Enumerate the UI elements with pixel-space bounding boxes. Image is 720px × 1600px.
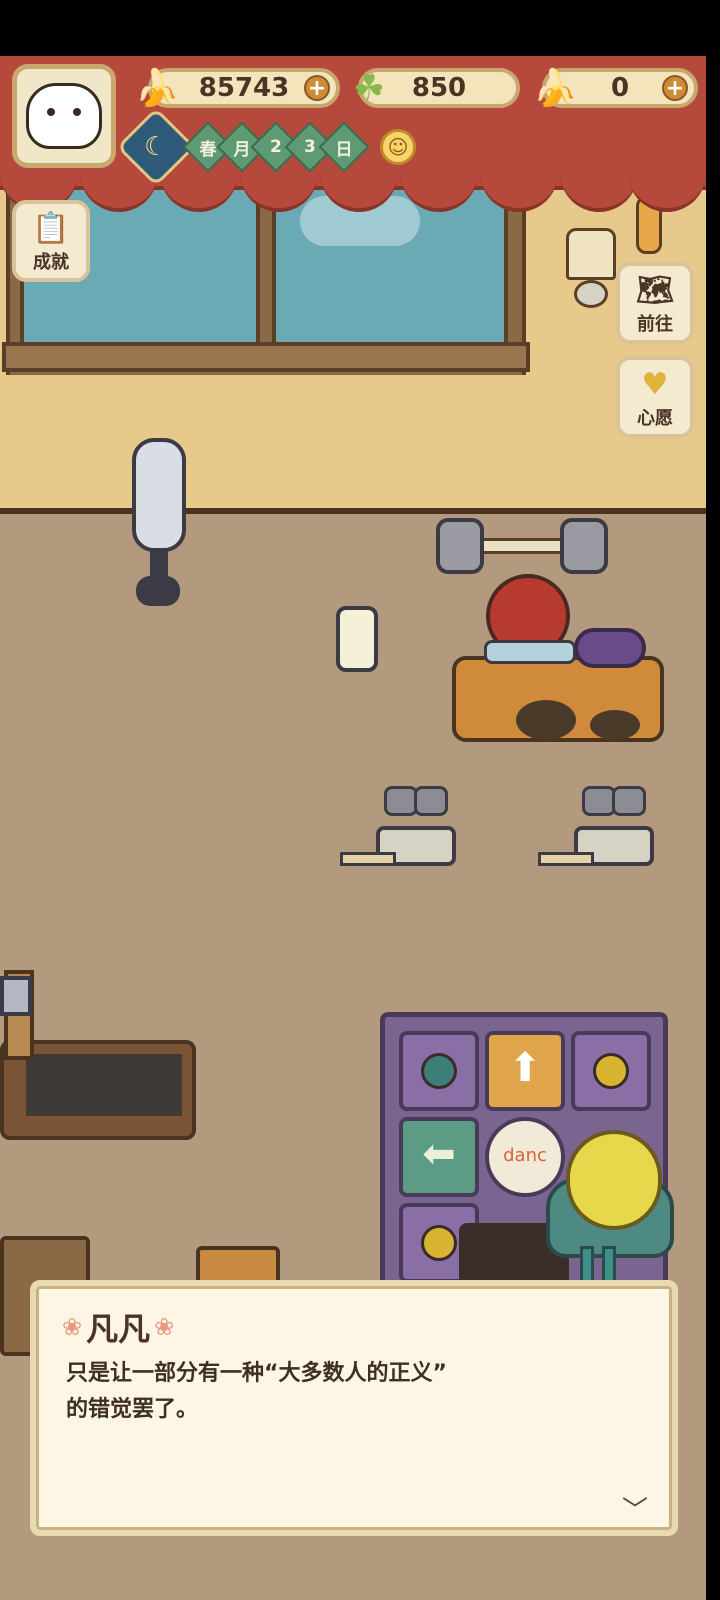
achievement-button[interactable]: 📋 成就 [12,200,90,282]
barbell-plate-left [436,518,484,574]
dumbbell-bar [538,852,594,866]
foam-roller[interactable] [574,628,646,668]
baseboard [0,508,706,514]
goto-button[interactable]: 🗺 前往 [616,262,694,344]
blue-banana-counter[interactable]: 🍌 0 + [533,68,698,109]
dumbbell-bar [340,852,396,866]
pad-logo-text: danc [503,1145,547,1166]
banana-counter[interactable]: 🍌 85743 + [135,68,340,109]
pad-left-arrow: ⬅ [399,1117,479,1197]
treadmill-screen [0,976,32,1016]
treadmill-belt [26,1054,182,1116]
screen-edge [706,56,720,1600]
punching-bag-base [136,576,180,606]
achievement-label: 成就 [33,252,69,273]
speaker-name: 凡凡 [86,1310,151,1348]
paw-icon: ❀ [62,1313,83,1341]
bench-spot [516,700,576,740]
sun-icon[interactable]: ☺ [380,129,416,165]
pad-center-logo: danc [485,1117,565,1197]
barbell-plate-right [560,518,608,574]
blue-banana-count: 0 [610,73,630,103]
goto-label: 前往 [637,314,673,335]
date-chip: 日 [318,121,370,173]
dumbbell [414,786,448,816]
dialog-speaker: ❀ 凡凡 ❀ [58,1306,178,1348]
wall-lamp-base [574,280,608,308]
wish-button[interactable]: ♥ 心愿 [616,356,694,438]
player-avatar[interactable] [12,64,116,168]
paw-icon: ❀ [154,1313,175,1341]
punching-bag[interactable] [132,438,186,552]
chevron-down-icon[interactable]: ﹀ [620,1498,650,1524]
water-cup[interactable] [336,606,378,672]
deer-scarf [484,640,576,664]
workout-bench[interactable] [452,656,664,742]
banana-icon: 🍌 [134,68,180,109]
clipboard-check-icon: 📋 [32,211,70,246]
avatar-cat-face [26,83,102,149]
bench-spot [590,710,640,740]
dialog-text: 只是让一部分有一种“大多数人的正义” 的错觉罢了。 [66,1361,447,1422]
plus-icon[interactable]: + [304,75,330,101]
dumbbell [384,786,418,816]
clover-icon: ☘ [352,68,386,109]
calendar-date[interactable]: ☾ 春 月 2 3 日 ☺ [116,107,416,187]
window-sill [2,342,530,372]
dumbbell [612,786,646,816]
heart-icon: ♥ [641,367,669,402]
banana-count: 85743 [198,73,290,103]
pad-cell [571,1031,651,1111]
map-board-icon: 🗺 [635,273,675,308]
pad-cell [399,1031,479,1111]
blue-banana-icon: 🍌 [532,68,578,109]
wish-label: 心愿 [637,408,673,429]
plus-icon[interactable]: + [662,75,688,101]
status-bar [0,0,720,56]
dino-character-fanfan[interactable] [566,1130,662,1230]
wall-lamp[interactable] [566,228,616,280]
pad-up-arrow: ⬆ [485,1031,565,1111]
clover-counter[interactable]: ☘ 850 [353,68,520,109]
dumbbell [582,786,616,816]
clover-count: 850 [411,73,467,103]
